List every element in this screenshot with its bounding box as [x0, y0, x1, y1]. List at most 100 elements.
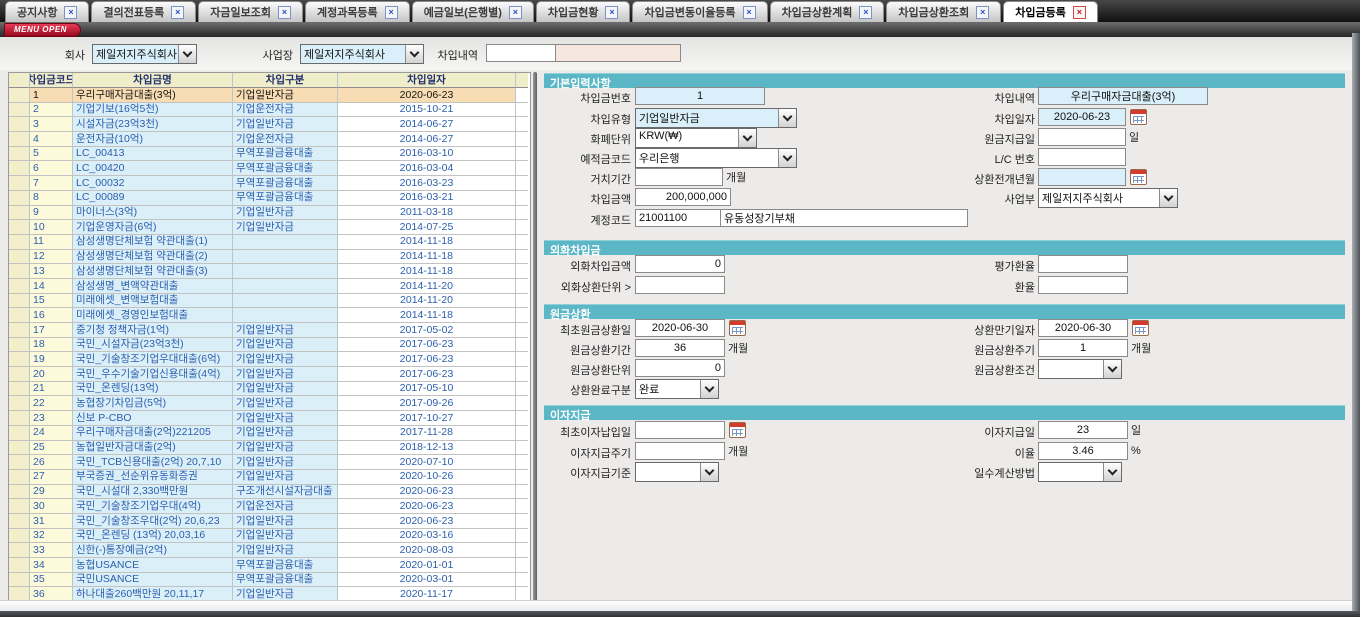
row-date[interactable]: 2015-10-21 [338, 103, 516, 118]
tab-close-icon[interactable]: × [743, 6, 756, 19]
row-date[interactable]: 2014-11-18 [338, 250, 516, 265]
row-code[interactable]: 30 [30, 499, 73, 514]
row-gutter[interactable] [9, 470, 30, 485]
row-date[interactable]: 2011-03-18 [338, 206, 516, 221]
menu-open-button[interactable]: MENU OPEN [4, 23, 81, 37]
row-name[interactable]: 국민_기술창조우대(2억) 20,6,23 [73, 514, 233, 529]
row-date[interactable]: 2016-03-10 [338, 147, 516, 162]
tab[interactable]: 예금일보(은행별) × [412, 1, 534, 22]
row-name[interactable]: LC_00089 [73, 191, 233, 206]
row-name[interactable]: 삼성생명_변액약관대출 [73, 279, 233, 294]
row-code[interactable]: 14 [30, 279, 73, 294]
row-date[interactable]: 2020-08-03 [338, 543, 516, 558]
row-name[interactable]: LC_00413 [73, 147, 233, 162]
row-code[interactable]: 27 [30, 470, 73, 485]
interest-basis-select[interactable] [635, 462, 719, 482]
exchange-rate-field[interactable] [1038, 276, 1128, 294]
row-name[interactable]: 국민_온렌딩(13억) [73, 382, 233, 397]
deposit-code-select[interactable]: 우리은행 [635, 148, 797, 168]
repay-period-field[interactable]: 36 [635, 339, 725, 357]
row-code[interactable]: 24 [30, 426, 73, 441]
row-type[interactable]: 무역포괄금융대출 [233, 573, 338, 588]
table-row[interactable]: 10 기업운영자금(6억) 기업일반자금 2014-07-25 [9, 220, 530, 235]
account-code-field[interactable]: 21001100 [635, 209, 721, 227]
row-type[interactable]: 기업일반자금 [233, 470, 338, 485]
row-gutter[interactable] [9, 573, 30, 588]
row-gutter[interactable] [9, 161, 30, 176]
row-date[interactable]: 2020-03-16 [338, 529, 516, 544]
tab[interactable]: 차입금상환계획 × [770, 1, 885, 22]
loan-desc-filter-input[interactable] [486, 44, 556, 62]
row-type[interactable]: 기업일반자금 [233, 514, 338, 529]
row-code[interactable]: 8 [30, 191, 73, 206]
row-date[interactable]: 2017-05-10 [338, 382, 516, 397]
row-date[interactable]: 2016-03-21 [338, 191, 516, 206]
row-type[interactable]: 기업일반자금 [233, 426, 338, 441]
table-row[interactable]: 21 국민_온렌딩(13억) 기업일반자금 2017-05-10 [9, 382, 530, 397]
row-name[interactable]: 신보 P-CBO [73, 411, 233, 426]
row-name[interactable]: 국민_기술창조기업우대대출(6억) [73, 352, 233, 367]
table-row[interactable]: 27 부국증권_선순위유동화증권 기업일반자금 2020-10-26 [9, 470, 530, 485]
row-gutter[interactable] [9, 382, 30, 397]
chevron-down-icon[interactable] [778, 149, 796, 167]
rollover-month-field[interactable] [1038, 168, 1126, 186]
first-interest-date-field[interactable] [635, 421, 725, 439]
row-date[interactable]: 2014-11-18 [338, 264, 516, 279]
row-date[interactable]: 2014-11-18 [338, 235, 516, 250]
chevron-down-icon[interactable] [700, 380, 718, 398]
row-type[interactable]: 기업일반자금 [233, 411, 338, 426]
table-row[interactable]: 30 국민_기술창조기업우대(4억) 기업운전자금 2020-06-23 [9, 499, 530, 514]
row-gutter[interactable] [9, 220, 30, 235]
tab-close-icon[interactable]: × [64, 6, 77, 19]
row-code[interactable]: 2 [30, 103, 73, 118]
row-code[interactable]: 20 [30, 367, 73, 382]
account-name-field[interactable]: 유동성장기부채 [721, 209, 968, 227]
company-select[interactable]: 제일저지주식회사 [92, 44, 197, 64]
chevron-down-icon[interactable] [738, 129, 756, 147]
interest-rate-field[interactable]: 3.46 [1038, 442, 1128, 460]
row-code[interactable]: 29 [30, 485, 73, 500]
row-date[interactable]: 2017-06-23 [338, 367, 516, 382]
row-type[interactable]: 기업일반자금 [233, 543, 338, 558]
table-row[interactable]: 6 LC_00420 무역포괄금융대출 2016-03-04 [9, 161, 530, 176]
chevron-down-icon[interactable] [1103, 463, 1121, 481]
row-date[interactable]: 2020-06-23 [338, 514, 516, 529]
row-name[interactable]: 농협일반자금대출(2억) [73, 441, 233, 456]
row-date[interactable]: 2017-10-27 [338, 411, 516, 426]
row-name[interactable]: 농협장기차입금(5억) [73, 396, 233, 411]
row-gutter[interactable] [9, 308, 30, 323]
table-row[interactable]: 15 미래에셋_변액보험대출 2014-11-20 [9, 294, 530, 309]
row-gutter[interactable] [9, 499, 30, 514]
table-row[interactable]: 9 마이너스(3억) 기업일반자금 2011-03-18 [9, 206, 530, 221]
row-name[interactable]: 운전자금(10억) [73, 132, 233, 147]
row-date[interactable]: 2014-11-18 [338, 308, 516, 323]
row-code[interactable]: 33 [30, 543, 73, 558]
row-code[interactable]: 15 [30, 294, 73, 309]
table-row[interactable]: 24 우리구매자금대출(2억)221205 기업일반자금 2017-11-28 [9, 426, 530, 441]
table-row[interactable]: 34 농협USANCE 무역포괄금융대출 2020-01-01 [9, 558, 530, 573]
tab-close-icon[interactable]: × [1073, 6, 1086, 19]
row-type[interactable]: 기업일반자금 [233, 352, 338, 367]
table-row[interactable]: 1 우리구매자금대출(3억) 기업일반자금 2020-06-23 [9, 88, 530, 103]
row-type[interactable]: 기업일반자금 [233, 382, 338, 397]
row-gutter[interactable] [9, 235, 30, 250]
row-name[interactable]: 기업운영자금(6억) [73, 220, 233, 235]
first-repay-date-field[interactable]: 2020-06-30 [635, 319, 725, 337]
row-date[interactable]: 2016-03-23 [338, 176, 516, 191]
repay-condition-select[interactable] [1038, 359, 1122, 379]
table-row[interactable]: 8 LC_00089 무역포괄금융대출 2016-03-21 [9, 191, 530, 206]
row-type[interactable]: 무역포괄금융대출 [233, 191, 338, 206]
row-code[interactable]: 9 [30, 206, 73, 221]
tab-close-icon[interactable]: × [278, 6, 291, 19]
row-date[interactable]: 2020-06-23 [338, 485, 516, 500]
tab-close-icon[interactable]: × [385, 6, 398, 19]
calendar-icon[interactable] [1130, 109, 1147, 125]
row-gutter[interactable] [9, 514, 30, 529]
table-row[interactable]: 7 LC_00032 무역포괄금융대출 2016-03-23 [9, 176, 530, 191]
table-row[interactable]: 33 신한(-)통장예금(2억) 기업일반자금 2020-08-03 [9, 543, 530, 558]
row-date[interactable]: 2020-01-01 [338, 558, 516, 573]
row-code[interactable]: 32 [30, 529, 73, 544]
eval-rate-field[interactable] [1038, 255, 1128, 273]
row-name[interactable]: 삼성생명단체보험 약관대출(2) [73, 250, 233, 265]
row-name[interactable]: 국민_온렌딩 (13억) 20,03,16 [73, 529, 233, 544]
